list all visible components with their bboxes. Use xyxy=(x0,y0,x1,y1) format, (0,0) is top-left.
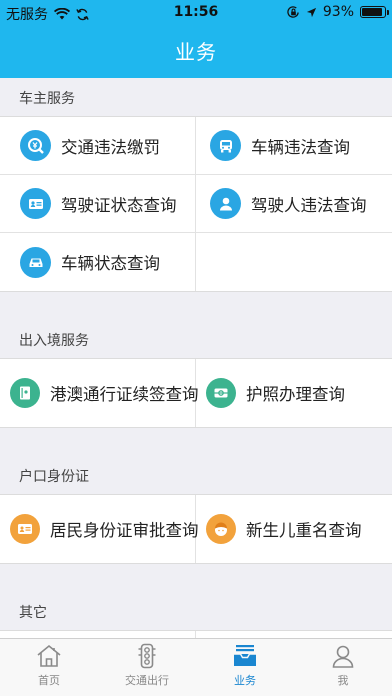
id-card-icon xyxy=(10,514,40,544)
section-header-border-services: 出入境服务 xyxy=(0,320,392,358)
section-gap xyxy=(0,428,392,456)
status-bar: 无服务 11:56 93% xyxy=(0,0,392,26)
car-status-icon xyxy=(20,246,51,278)
tab-business[interactable]: 业务 xyxy=(196,639,294,696)
household-id-grid: 居民身份证审批查询 新生儿重名查询 xyxy=(0,494,392,564)
car-front-icon xyxy=(210,130,241,161)
border-services-grid: 港澳通行证续签查询 护照办理查询 xyxy=(0,358,392,428)
service-label: 车辆状态查询 xyxy=(61,254,160,273)
orientation-lock-icon xyxy=(287,5,299,18)
passport-icon xyxy=(206,378,236,408)
tab-label: 业务 xyxy=(234,674,256,687)
service-label: 居民身份证审批查询 xyxy=(50,521,199,540)
permit-book-icon xyxy=(10,378,40,408)
section-gap xyxy=(0,564,392,592)
service-driver-violation[interactable]: 驾驶人违法查询 xyxy=(196,175,392,233)
business-content[interactable]: 车主服务 交通违法缴罚 车辆违法查询 驾驶证状态查询 驾驶人违法查询 车辆状态查… xyxy=(0,78,392,638)
traffic-fine-icon xyxy=(20,130,51,161)
service-id-card-approval[interactable]: 居民身份证审批查询 xyxy=(0,495,199,563)
battery-icon xyxy=(360,6,389,18)
service-label: 护照办理查询 xyxy=(246,385,345,404)
battery-fill xyxy=(362,8,382,16)
service-label: 港澳通行证续签查询 xyxy=(50,385,199,404)
section-header-household-id: 户口身份证 xyxy=(0,456,392,494)
section-header-others: 其它 xyxy=(0,592,392,630)
service-label: 交通违法缴罚 xyxy=(61,137,160,157)
license-card-icon xyxy=(20,188,51,219)
tab-label: 交通出行 xyxy=(125,674,169,687)
traffic-light-icon xyxy=(138,643,156,669)
user-icon xyxy=(332,645,354,668)
others-grid xyxy=(0,630,392,638)
status-right: 93% xyxy=(287,4,389,20)
location-arrow-icon xyxy=(306,7,316,17)
service-license-status[interactable]: 驾驶证状态查询 xyxy=(0,175,196,233)
service-label: 驾驶证状态查询 xyxy=(61,195,177,215)
nav-bar: 业务 xyxy=(0,26,392,78)
service-vehicle-violation[interactable]: 车辆违法查询 xyxy=(196,117,392,175)
tab-traffic[interactable]: 交通出行 xyxy=(98,639,196,696)
service-label: 驾驶人违法查询 xyxy=(251,195,367,215)
service-label: 车辆违法查询 xyxy=(251,137,350,157)
service-newborn-name[interactable]: 新生儿重名查询 xyxy=(196,495,392,563)
battery-percent: 93% xyxy=(322,4,354,20)
service-hk-macau-permit[interactable]: 港澳通行证续签查询 xyxy=(0,359,199,427)
empty-cell xyxy=(196,233,392,291)
empty-cell xyxy=(196,631,392,638)
service-traffic-fine[interactable]: 交通违法缴罚 xyxy=(0,117,196,175)
baby-face-icon xyxy=(206,514,236,544)
service-other-partial[interactable] xyxy=(0,631,196,638)
driver-person-icon xyxy=(210,188,241,219)
service-passport[interactable]: 护照办理查询 xyxy=(196,359,392,427)
service-vehicle-status[interactable]: 车辆状态查询 xyxy=(0,233,196,291)
tab-label: 我 xyxy=(337,674,349,687)
tab-label: 首页 xyxy=(38,674,60,687)
tab-me[interactable]: 我 xyxy=(294,639,392,696)
business-tray-icon xyxy=(234,645,256,666)
home-icon xyxy=(37,644,61,667)
service-label: 新生儿重名查询 xyxy=(246,521,362,540)
section-gap xyxy=(0,292,392,320)
tab-bar: 首页 交通出行 业务 我 xyxy=(0,638,392,696)
tab-home[interactable]: 首页 xyxy=(0,639,98,696)
page-title: 业务 xyxy=(175,40,217,64)
owner-services-grid: 交通违法缴罚 车辆违法查询 驾驶证状态查询 驾驶人违法查询 车辆状态查询 xyxy=(0,116,392,292)
section-header-owner-services: 车主服务 xyxy=(0,78,392,116)
